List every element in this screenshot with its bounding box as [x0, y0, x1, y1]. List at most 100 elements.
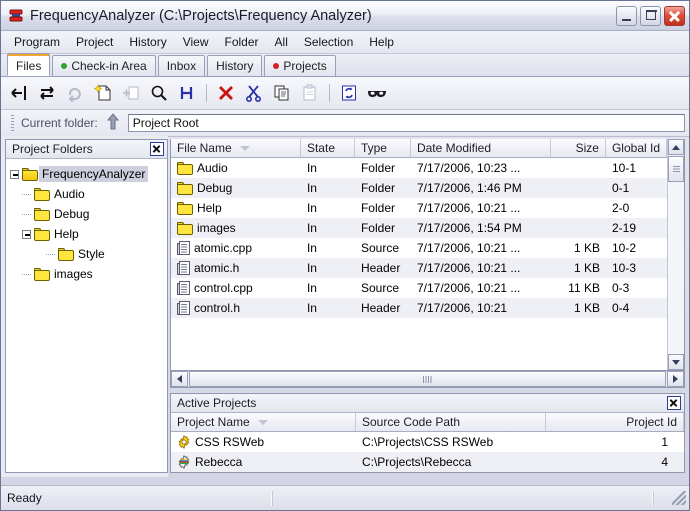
cell-file-name: images [171, 221, 301, 235]
table-row[interactable]: atomic.h In Header 7/17/2006, 10:21 ... … [170, 258, 667, 278]
cell-size: 1 KB [573, 241, 600, 255]
new-file-icon[interactable] [90, 80, 116, 106]
file-list-pane: File Name State Type Date Modified Size … [169, 139, 685, 388]
column-header-project-name[interactable]: Project Name [171, 413, 356, 431]
column-header-date-modified[interactable]: Date Modified [411, 139, 551, 157]
cell-date: 7/17/2006, 10:21 [416, 301, 508, 315]
tab-history[interactable]: History [207, 55, 263, 76]
column-header-file-name[interactable]: File Name [171, 139, 301, 157]
column-header-source-code-path[interactable]: Source Code Path [356, 413, 546, 431]
expander-minus-icon[interactable] [22, 229, 31, 239]
folder-icon [34, 227, 50, 241]
column-header-type[interactable]: Type [355, 139, 411, 157]
hscroll-thumb[interactable] [188, 371, 666, 387]
delete-icon[interactable] [213, 80, 239, 106]
tree-node-images[interactable]: images [10, 264, 167, 284]
cell-type: Header [360, 301, 401, 315]
scroll-left-button[interactable] [170, 371, 188, 387]
scroll-down-button[interactable] [668, 354, 684, 370]
table-row[interactable]: control.cpp In Source 7/17/2006, 10:21 .… [171, 278, 667, 298]
folder-icon [176, 161, 193, 175]
tree-node-style[interactable]: Style [10, 244, 167, 264]
table-row[interactable]: images In Folder 7/17/2006, 1:54 PM 2-19 [170, 218, 667, 238]
tree-node-label: Help [54, 227, 79, 241]
cell-type: Header [360, 261, 401, 275]
menu-item-program[interactable]: Program [7, 33, 67, 51]
folder-icon [34, 267, 50, 281]
menu-item-help[interactable]: Help [362, 33, 401, 51]
list-item[interactable]: CSS RSWeb C:\Projects\CSS RSWeb 1 [171, 432, 684, 452]
column-header-global-id[interactable]: Global Id [606, 139, 667, 157]
check-in-icon[interactable] [6, 80, 32, 106]
status-dot-red-icon [273, 63, 280, 69]
scroll-right-button[interactable] [667, 371, 684, 387]
menu-item-history[interactable]: History [122, 33, 173, 51]
tree-node-audio[interactable]: Audio [10, 184, 167, 204]
gear-color-icon [178, 455, 190, 469]
table-row[interactable]: Help In Folder 7/17/2006, 10:21 ... 2-0 [171, 198, 667, 218]
tab-inbox[interactable]: Inbox [157, 55, 206, 76]
active-projects-close-icon[interactable] [667, 396, 681, 410]
copy-icon[interactable] [269, 80, 295, 106]
projects-rows[interactable]: CSS RSWeb C:\Projects\CSS RSWeb 1 Rebecc… [170, 432, 684, 472]
menu-item-project[interactable]: Project [69, 33, 120, 51]
check-out-icon[interactable] [34, 80, 60, 106]
file-list-horizontal-scrollbar[interactable] [169, 371, 685, 388]
scroll-up-button[interactable] [668, 139, 684, 155]
window-title: FrequencyAnalyzer (C:\Projects\Frequency… [30, 7, 372, 24]
folder-icon [34, 187, 50, 201]
up-folder-icon[interactable] [105, 113, 121, 133]
project-folders-close-icon[interactable] [149, 142, 164, 156]
tree-node-label: images [54, 267, 93, 281]
cell-file-name: Audio [171, 161, 301, 175]
close-button[interactable] [664, 5, 685, 26]
table-row[interactable]: Audio In Folder 7/17/2006, 10:23 ... 10-… [171, 158, 667, 178]
column-header-size[interactable]: Size [551, 139, 606, 157]
minimize-button[interactable] [616, 5, 637, 26]
search-icon[interactable] [146, 80, 172, 106]
toolbar-drag-handle[interactable] [11, 115, 14, 131]
menu-item-all[interactable]: All [268, 33, 295, 51]
tree-node-debug[interactable]: Debug [10, 204, 167, 224]
cell-file-name: atomic.cpp [171, 241, 301, 255]
menu-item-selection[interactable]: Selection [297, 33, 360, 51]
tree-node-help[interactable]: Help [10, 224, 167, 244]
cell-size: 1 KB [573, 261, 600, 275]
cell-global-id: 0-1 [611, 181, 630, 195]
status-cell-2 [272, 490, 652, 507]
undo-checkout-icon [62, 80, 88, 106]
source-file-icon [176, 281, 190, 295]
cell-file-name: control.cpp [171, 281, 301, 295]
project-folders-tree[interactable]: FrequencyAnalyzer Audio Debug Help Style… [5, 159, 168, 473]
menu-item-folder[interactable]: Folder [218, 33, 266, 51]
cell-date: 7/17/2006, 1:46 PM [416, 181, 522, 195]
tab-check-in-area[interactable]: Check-in Area [52, 55, 156, 76]
column-header-state[interactable]: State [301, 139, 355, 157]
expander-minus-icon[interactable] [10, 169, 19, 179]
tree-node-frequencyanalyzer[interactable]: FrequencyAnalyzer [10, 164, 167, 184]
cell-global-id: 10-1 [611, 161, 636, 175]
tab-projects[interactable]: Projects [264, 55, 336, 76]
list-item[interactable]: Rebecca C:\Projects\Rebecca 4 [170, 452, 684, 472]
maximize-button[interactable] [640, 5, 661, 26]
cut-icon[interactable] [241, 80, 267, 106]
view-icon[interactable] [364, 80, 390, 106]
current-folder-path[interactable]: Project Root [127, 114, 685, 132]
file-list-rows[interactable]: Audio In Folder 7/17/2006, 10:23 ... 10-… [170, 158, 667, 370]
cell-date: 7/17/2006, 1:54 PM [416, 221, 522, 235]
table-row[interactable]: atomic.cpp In Source 7/17/2006, 10:21 ..… [171, 238, 667, 258]
column-header-project-id[interactable]: Project Id [546, 413, 684, 431]
scroll-thumb[interactable] [668, 156, 684, 182]
menu-item-view[interactable]: View [176, 33, 216, 51]
table-row[interactable]: control.h In Header 7/17/2006, 10:21 1 K… [170, 298, 667, 318]
scroll-track[interactable] [668, 183, 684, 354]
resize-grip[interactable] [672, 491, 686, 505]
tab-files[interactable]: Files [7, 53, 51, 76]
table-row[interactable]: Debug In Folder 7/17/2006, 1:46 PM 0-1 [170, 178, 667, 198]
file-list-vertical-scrollbar[interactable] [667, 139, 684, 370]
refresh-icon[interactable] [336, 80, 362, 106]
status-dot-green-icon [61, 63, 68, 69]
cell-global-id: 0-4 [611, 301, 630, 315]
history-icon[interactable] [174, 80, 200, 106]
cell-type: Folder [360, 161, 395, 175]
